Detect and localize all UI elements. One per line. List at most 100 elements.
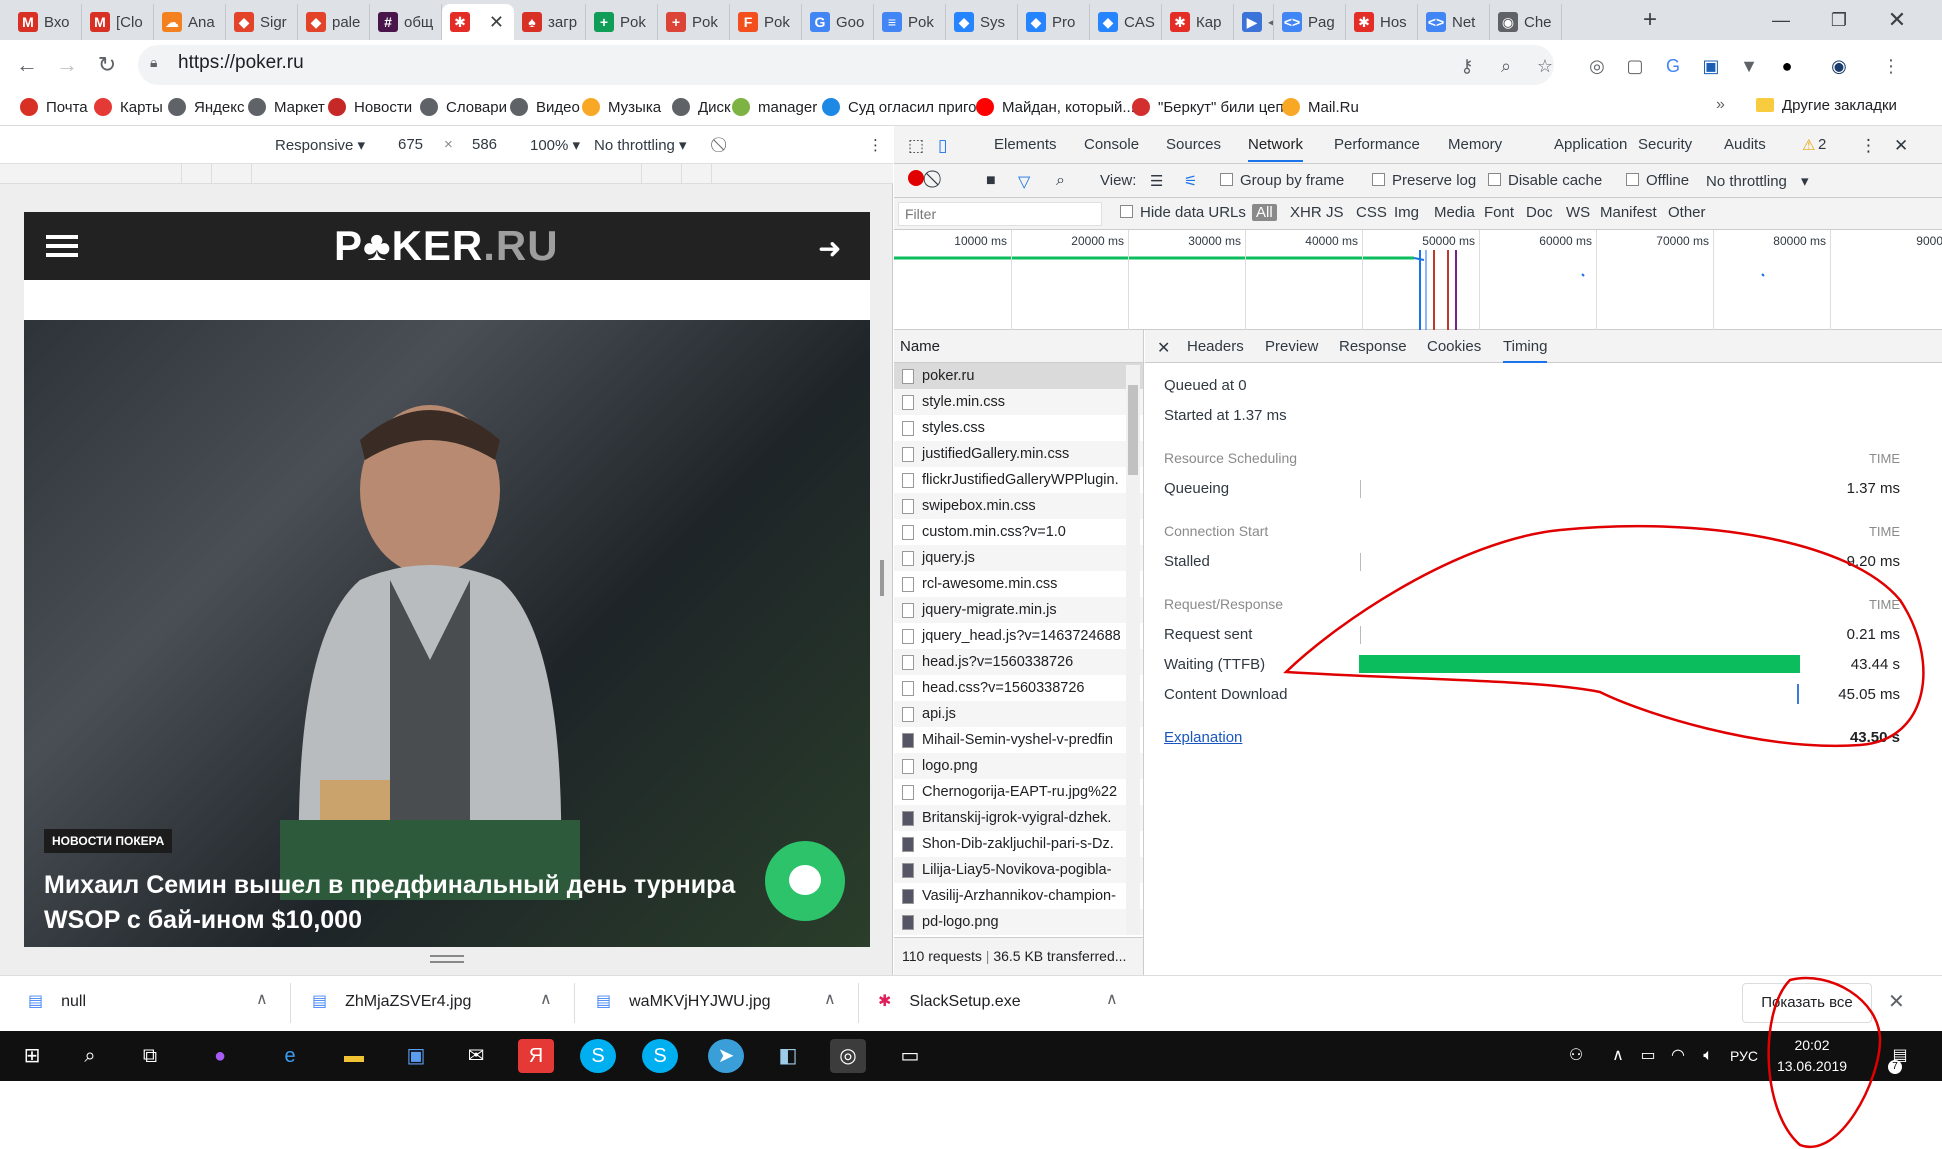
download-menu-chevron-icon[interactable]: ∧ [540, 989, 552, 1009]
devtools-tab-security[interactable]: Security [1638, 136, 1692, 153]
large-rows-icon[interactable]: ☰ [1150, 172, 1163, 190]
tab-11[interactable]: G Goo [802, 4, 874, 40]
tab-10[interactable]: F Pok [730, 4, 802, 40]
devtools-tab-console[interactable]: Console [1084, 136, 1139, 153]
detail-tab-headers[interactable]: Headers [1187, 338, 1244, 355]
hide-data-urls-checkbox[interactable]: Hide data URLs [1120, 204, 1246, 221]
devtools-menu-icon[interactable]: ⋮ [1860, 136, 1877, 156]
notes-icon[interactable]: ◧ [770, 1039, 806, 1073]
tab-2[interactable]: ☁ Ana [154, 4, 226, 40]
filter-type-css[interactable]: CSS [1356, 204, 1387, 221]
height-input[interactable]: 586 [472, 136, 497, 153]
show-all-downloads-button[interactable]: Показать все [1742, 983, 1872, 1023]
skype-icon[interactable]: S [580, 1039, 616, 1073]
filter-type-doc[interactable]: Doc [1526, 204, 1553, 221]
back-button[interactable]: ← [12, 50, 42, 80]
hamburger-menu-icon[interactable] [46, 230, 78, 262]
download-item[interactable]: ▤ null [28, 991, 86, 1011]
bookmark-item[interactable]: manager [732, 96, 817, 118]
request-row[interactable]: Vasilij-Arzhannikov-champion- [894, 883, 1143, 909]
category-badge[interactable]: НОВОСТИ ПОКЕРА [44, 829, 173, 853]
detail-tab-timing[interactable]: Timing [1503, 338, 1548, 363]
bookmark-item[interactable]: Словари [420, 96, 507, 118]
url-text[interactable]: https://poker.ru [178, 52, 304, 74]
tab-4[interactable]: ◆ pale [298, 4, 370, 40]
chat-button[interactable] [765, 841, 845, 921]
request-row[interactable]: Britanskij-igrok-vyigral-dzhek. [894, 805, 1143, 831]
task-view-icon[interactable]: ⧉ [132, 1039, 168, 1073]
device-toggle-icon[interactable]: ▯ [938, 136, 947, 156]
ghostery-icon[interactable]: ● [1774, 53, 1800, 79]
search-icon[interactable]: ⌕ [1056, 172, 1065, 190]
request-row[interactable]: swipebox.min.css [894, 493, 1143, 519]
offline-checkbox[interactable]: Offline [1626, 172, 1689, 189]
bookmark-item[interactable]: "Беркут" били цеп... [1132, 96, 1296, 118]
request-row[interactable]: rcl-awesome.min.css [894, 571, 1143, 597]
tab-close-icon[interactable]: ✕ [489, 12, 504, 33]
zoom-select[interactable]: 100% ▾ [530, 136, 580, 154]
tab-17[interactable]: ▶◀︎ [1234, 4, 1274, 40]
tab-6[interactable]: ✱ ✕ [442, 4, 514, 40]
filter-type-xhr[interactable]: XHR [1290, 204, 1322, 221]
bookmark-item[interactable]: Видео [510, 96, 580, 118]
detail-tab-preview[interactable]: Preview [1265, 338, 1318, 355]
extension-icon[interactable]: ▢ [1622, 53, 1648, 79]
download-menu-chevron-icon[interactable]: ∧ [1106, 989, 1118, 1009]
tab-18[interactable]: <> Pag [1274, 4, 1346, 40]
tab-19[interactable]: ✱ Hos [1346, 4, 1418, 40]
request-row[interactable]: jquery.js [894, 545, 1143, 571]
tab-9[interactable]: + Pok [658, 4, 730, 40]
bookmark-item[interactable]: Музыка [582, 96, 661, 118]
camera-icon[interactable]: ■ [986, 172, 996, 190]
request-row[interactable]: head.css?v=1560338726 [894, 675, 1143, 701]
detail-close-icon[interactable]: ✕ [1157, 338, 1170, 358]
devtools-close-icon[interactable]: ✕ [1894, 136, 1908, 156]
request-row[interactable]: Chernogorija-EAPT-ru.jpg%22 [894, 779, 1143, 805]
tab-3[interactable]: ◆ Sigr [226, 4, 298, 40]
skype-icon[interactable]: S [642, 1039, 678, 1073]
people-icon[interactable]: ⚇ [1558, 1039, 1594, 1073]
site-logo[interactable]: P♣KER.RU [334, 222, 559, 270]
explorer-icon[interactable]: ▬ [336, 1039, 372, 1073]
request-row[interactable]: head.js?v=1560338726 [894, 649, 1143, 675]
system-clock[interactable]: 20:02 13.06.2019 [1772, 1035, 1852, 1077]
request-row[interactable]: pd-logo.png [894, 909, 1143, 935]
filter-type-all[interactable]: All [1252, 204, 1277, 221]
request-row[interactable]: Mihail-Semin-vyshel-v-predfin [894, 727, 1143, 753]
extension-icon[interactable]: ◎ [1584, 53, 1610, 79]
request-row[interactable]: poker.ru [894, 363, 1143, 389]
filter-type-ws[interactable]: WS [1566, 204, 1590, 221]
request-row[interactable]: custom.min.css?v=1.0 [894, 519, 1143, 545]
window-close-button[interactable]: ✕ [1868, 0, 1926, 40]
bookmark-item[interactable]: Почта [20, 96, 88, 118]
lock-icon[interactable]: 🔒︎ [150, 54, 164, 72]
tab-21[interactable]: ◉ Che [1490, 4, 1562, 40]
request-row[interactable]: Lilija-Liay5-Novikova-pogibla- [894, 857, 1143, 883]
tab-5[interactable]: # общ [370, 4, 442, 40]
bookmark-item[interactable]: Маркет [248, 96, 325, 118]
devtools-tab-application[interactable]: Application [1554, 136, 1627, 153]
vpn-icon[interactable]: ▼ [1736, 53, 1762, 79]
network-throttling-select[interactable]: No throttling ▾ [1706, 172, 1809, 190]
tab-14[interactable]: ◆ Pro [1018, 4, 1090, 40]
store-icon[interactable]: ▣ [398, 1039, 434, 1073]
reload-button[interactable]: ↻ [92, 50, 122, 80]
filter-input[interactable] [898, 202, 1102, 226]
filter-type-js[interactable]: JS [1326, 204, 1344, 221]
detail-tab-cookies[interactable]: Cookies [1427, 338, 1481, 355]
filter-type-other[interactable]: Other [1668, 204, 1706, 221]
request-row[interactable]: jquery_head.js?v=1463724688 [894, 623, 1143, 649]
request-row[interactable]: logo.png [894, 753, 1143, 779]
maximize-button[interactable]: ❐ [1810, 0, 1868, 40]
bookmark-item[interactable]: Новости [328, 96, 412, 118]
record-icon[interactable] [908, 170, 924, 186]
tab-8[interactable]: + Pok [586, 4, 658, 40]
bookmark-item[interactable]: Диск [672, 96, 731, 118]
bookmark-item[interactable]: Карты [94, 96, 163, 118]
devtools-tab-network[interactable]: Network [1248, 136, 1304, 162]
news-headline[interactable]: Михаил Семин вышел в предфинальный день … [44, 868, 784, 938]
inspect-icon[interactable]: ⬚ [908, 136, 924, 156]
other-bookmarks[interactable]: Другие закладки [1756, 94, 1897, 116]
telegram-icon[interactable]: ➤ [708, 1039, 744, 1073]
filter-type-img[interactable]: Img [1394, 204, 1419, 221]
